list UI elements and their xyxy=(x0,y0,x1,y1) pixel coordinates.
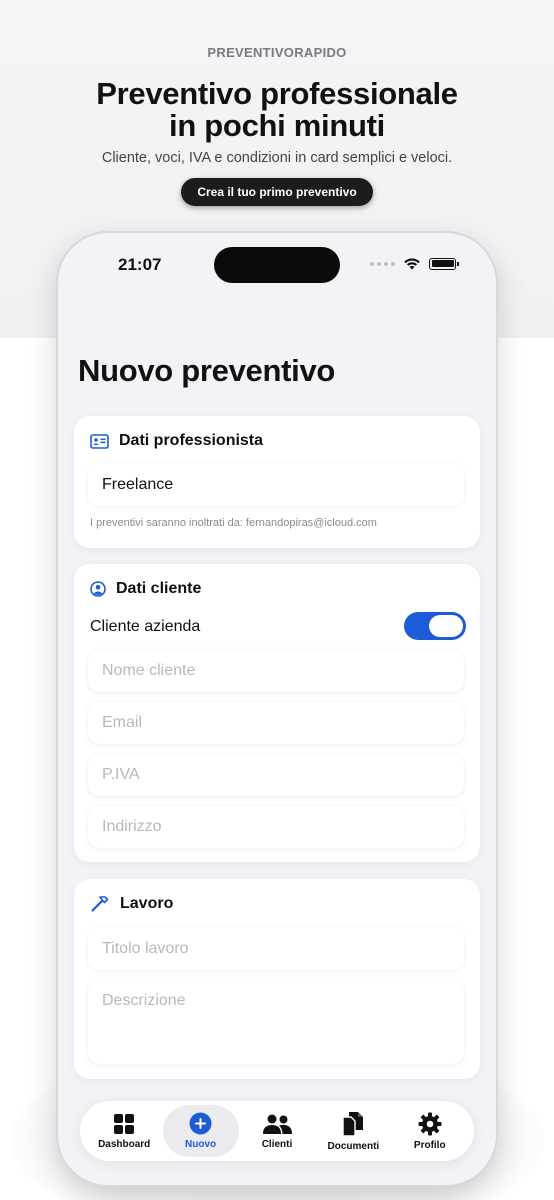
battery-icon xyxy=(429,257,459,270)
tab-profile[interactable]: Profilo xyxy=(392,1105,468,1157)
professional-card-title: Dati professionista xyxy=(119,432,264,449)
client-card-header: Dati cliente xyxy=(90,580,201,598)
client-address-input[interactable] xyxy=(88,806,464,848)
people-icon xyxy=(262,1114,292,1134)
toggle-knob xyxy=(429,615,463,637)
hammer-icon xyxy=(91,896,109,912)
wifi-icon xyxy=(404,258,420,270)
work-title-input[interactable] xyxy=(88,928,464,970)
client-email-input[interactable] xyxy=(88,702,464,744)
professional-name-field[interactable] xyxy=(88,464,464,506)
client-vat-input[interactable] xyxy=(88,754,464,796)
plus-circle-icon xyxy=(189,1112,212,1135)
tab-dashboard[interactable]: Dashboard xyxy=(86,1105,162,1157)
company-client-toggle[interactable] xyxy=(404,612,466,640)
page-title: Nuovo preventivo xyxy=(78,353,336,388)
client-card-title: Dati cliente xyxy=(116,580,202,597)
client-card: Dati cliente Cliente azienda xyxy=(74,564,480,862)
status-time: 21:07 xyxy=(118,255,162,274)
dynamic-island xyxy=(214,247,340,283)
headline-line-2: in pochi minuti xyxy=(169,108,385,143)
brand-name: PREVENTIVORAPIDO xyxy=(207,45,347,60)
tab-label: Clienti xyxy=(261,1138,293,1150)
gear-icon xyxy=(418,1112,442,1135)
id-card-icon xyxy=(90,433,109,449)
promo-headline: Preventivo professionale in pochi minuti xyxy=(0,78,554,142)
company-toggle-label: Cliente azienda xyxy=(90,618,201,635)
headline-line-1: Preventivo professionale xyxy=(96,76,458,111)
person-circle-icon xyxy=(90,581,106,597)
tab-documents[interactable]: Documenti xyxy=(315,1105,391,1157)
tab-bar: Dashboard Nuovo Clienti Documenti Profil… xyxy=(80,1101,474,1161)
tab-label: Documenti xyxy=(327,1140,380,1152)
promo-subtitle: Cliente, voci, IVA e condizioni in card … xyxy=(101,150,453,166)
work-card-header: Lavoro xyxy=(90,895,173,913)
work-description-input[interactable] xyxy=(88,980,464,1064)
phone-mockup: 21:07 Nuovo preventivo Dati professionis… xyxy=(58,233,496,1185)
tab-clients[interactable]: Clienti xyxy=(239,1105,315,1157)
status-icons xyxy=(370,257,459,270)
documents-icon xyxy=(342,1111,364,1137)
tab-new[interactable]: Nuovo xyxy=(162,1105,239,1157)
professional-card-header: Dati professionista xyxy=(90,432,263,450)
signal-dots-icon xyxy=(370,261,395,266)
tab-label: Profilo xyxy=(413,1139,446,1151)
create-first-quote-button[interactable]: Crea il tuo primo preventivo xyxy=(181,178,373,206)
sender-hint: I preventivi saranno inoltrati da: ferna… xyxy=(90,517,377,529)
tab-label: Nuovo xyxy=(185,1139,217,1150)
work-card-title: Lavoro xyxy=(120,895,174,912)
grid-icon xyxy=(114,1113,135,1134)
work-card: Lavoro xyxy=(74,879,480,1079)
professional-card: Dati professionista I preventivi saranno… xyxy=(74,416,480,548)
tab-label: Dashboard xyxy=(98,1138,151,1150)
client-name-input[interactable] xyxy=(88,650,464,692)
